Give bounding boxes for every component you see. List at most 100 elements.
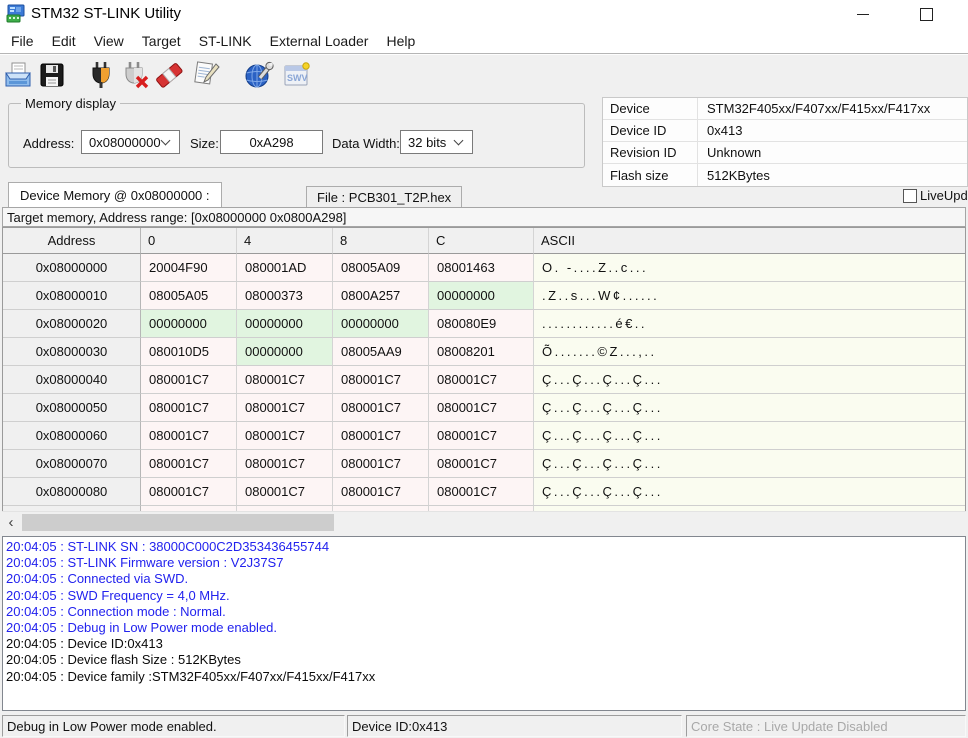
- memory-cell[interactable]: 080001C7: [141, 478, 237, 506]
- memory-cell[interactable]: 080001C7: [237, 450, 333, 478]
- scrollbar-thumb[interactable]: [22, 514, 334, 531]
- tab-device-memory[interactable]: Device Memory @ 0x08000000 :: [8, 182, 222, 207]
- chevron-down-icon: [454, 136, 464, 146]
- memory-cell[interactable]: 0800A257: [333, 282, 429, 310]
- scroll-left-arrow-icon[interactable]: ‹: [2, 512, 20, 533]
- ascii-cell: Õ.......©Z...,..: [534, 338, 965, 366]
- data-width-combobox[interactable]: 32 bits: [400, 130, 473, 154]
- memory-cell[interactable]: 00000000: [141, 310, 237, 338]
- log-panel[interactable]: 20:04:05 : ST-LINK SN : 38000C000C2D3534…: [2, 536, 966, 711]
- size-input[interactable]: 0xA298: [220, 130, 323, 154]
- memory-cell[interactable]: 08005A05: [141, 282, 237, 310]
- status-core-state: Core State : Live Update Disabled: [686, 715, 966, 737]
- connect-icon[interactable]: [86, 60, 116, 90]
- table-row: 0x08000020 00000000 00000000 00000000 08…: [3, 310, 965, 338]
- menu-edit[interactable]: Edit: [43, 28, 85, 53]
- device-id-label: Device ID: [603, 120, 698, 141]
- revision-id-row: Revision ID Unknown: [603, 142, 967, 164]
- open-file-icon[interactable]: [3, 60, 33, 90]
- revision-id-value: Unknown: [698, 142, 967, 163]
- table-row: 0x08000000 20004F90 080001AD 08005A09 08…: [3, 254, 965, 282]
- memory-cell[interactable]: 080001C7: [333, 366, 429, 394]
- memory-cell[interactable]: 20004F90: [141, 254, 237, 282]
- header-address: Address: [3, 228, 141, 254]
- memory-cell[interactable]: 080001C7: [237, 394, 333, 422]
- memory-cell[interactable]: 080080E9: [429, 310, 534, 338]
- swv-icon[interactable]: SWV: [282, 60, 312, 90]
- memory-cell[interactable]: 080001C7: [429, 394, 534, 422]
- memory-cell[interactable]: 00000000: [429, 282, 534, 310]
- memory-cell[interactable]: 08005A09: [333, 254, 429, 282]
- address-cell: 0x08000020: [3, 310, 141, 338]
- table-header-row: Address 0 4 8 C ASCII: [3, 228, 965, 254]
- address-cell: 0x08000080: [3, 478, 141, 506]
- memory-cell[interactable]: 080001C7: [237, 366, 333, 394]
- ascii-cell: Ç...Ç...Ç...Ç...: [534, 422, 965, 450]
- live-update-label: LiveUpdate: [920, 188, 968, 203]
- address-cell: 0x08000040: [3, 366, 141, 394]
- memory-cell[interactable]: 080010D5: [141, 338, 237, 366]
- memory-cell[interactable]: 00000000: [237, 338, 333, 366]
- program-verify-icon[interactable]: [190, 60, 220, 90]
- memory-cell[interactable]: 08001463: [429, 254, 534, 282]
- horizontal-scrollbar[interactable]: ‹: [2, 511, 966, 532]
- memory-cell[interactable]: 080001C7: [429, 478, 534, 506]
- disconnect-icon[interactable]: [120, 60, 150, 90]
- memory-cell[interactable]: 080001C7: [141, 366, 237, 394]
- memory-cell[interactable]: 08005AA9: [333, 338, 429, 366]
- memory-cell[interactable]: 080001C7: [429, 366, 534, 394]
- memory-table: Address 0 4 8 C ASCII 0x08000000 20004F9…: [2, 227, 966, 512]
- menu-target[interactable]: Target: [133, 28, 190, 53]
- memory-cell[interactable]: 080001C7: [333, 422, 429, 450]
- memory-cell[interactable]: 080001C7: [333, 394, 429, 422]
- group-label: Memory display: [21, 96, 120, 111]
- memory-cell[interactable]: 00000000: [333, 310, 429, 338]
- memory-cell[interactable]: 080001C7: [141, 422, 237, 450]
- menu-external-loader[interactable]: External Loader: [261, 28, 378, 53]
- save-icon[interactable]: [37, 60, 67, 90]
- address-cell: 0x08000010: [3, 282, 141, 310]
- size-label: Size:: [190, 136, 219, 151]
- minimize-icon: [857, 14, 869, 15]
- address-label: Address:: [23, 136, 74, 151]
- menu-help[interactable]: Help: [377, 28, 424, 53]
- memory-cell[interactable]: 080001C7: [237, 478, 333, 506]
- status-bar: Debug in Low Power mode enabled. Device …: [0, 713, 968, 738]
- memory-cell[interactable]: 080001C7: [333, 478, 429, 506]
- minimize-button[interactable]: [840, 0, 886, 28]
- ascii-cell: Ç...Ç...Ç...Ç...: [534, 366, 965, 394]
- tab-file[interactable]: File : PCB301_T2P.hex: [306, 186, 462, 207]
- memory-cell[interactable]: 080001C7: [333, 450, 429, 478]
- memory-cell[interactable]: 080001C7: [141, 394, 237, 422]
- memory-cell[interactable]: 080001AD: [237, 254, 333, 282]
- table-row: 0x08000060 080001C7 080001C7 080001C7 08…: [3, 422, 965, 450]
- live-update-checkbox[interactable]: [903, 189, 917, 203]
- table-row: 0x08000070 080001C7 080001C7 080001C7 08…: [3, 450, 965, 478]
- erase-chip-icon[interactable]: [154, 60, 184, 90]
- memory-cell[interactable]: 08008201: [429, 338, 534, 366]
- data-width-value: 32 bits: [401, 135, 455, 150]
- maximize-button[interactable]: [903, 0, 949, 28]
- app-icon: [6, 4, 26, 24]
- menu-file[interactable]: File: [2, 28, 43, 53]
- menu-bar: File Edit View Target ST-LINK External L…: [0, 28, 968, 54]
- memory-cell[interactable]: 08000373: [237, 282, 333, 310]
- log-line: 20:04:05 : Connection mode : Normal.: [6, 604, 965, 620]
- memory-cell[interactable]: 080001C7: [237, 422, 333, 450]
- ascii-cell: O. -....Z..c...: [534, 254, 965, 282]
- address-cell: 0x08000000: [3, 254, 141, 282]
- memory-cell[interactable]: 00000000: [237, 310, 333, 338]
- size-value: 0xA298: [249, 135, 293, 150]
- memory-cell[interactable]: 080001C7: [429, 422, 534, 450]
- log-line: 20:04:05 : Device flash Size : 512KBytes: [6, 652, 965, 668]
- address-combobox[interactable]: 0x08000000: [81, 130, 180, 154]
- memory-cell[interactable]: 080001C7: [141, 450, 237, 478]
- settings-icon[interactable]: [244, 60, 274, 90]
- flash-size-row: Flash size 512KBytes: [603, 164, 967, 186]
- device-label: Device: [603, 98, 698, 119]
- address-cell: 0x08000050: [3, 394, 141, 422]
- memory-cell[interactable]: 080001C7: [429, 450, 534, 478]
- menu-view[interactable]: View: [85, 28, 133, 53]
- target-memory-range-bar: Target memory, Address range: [0x0800000…: [2, 207, 966, 227]
- menu-stlink[interactable]: ST-LINK: [190, 28, 261, 53]
